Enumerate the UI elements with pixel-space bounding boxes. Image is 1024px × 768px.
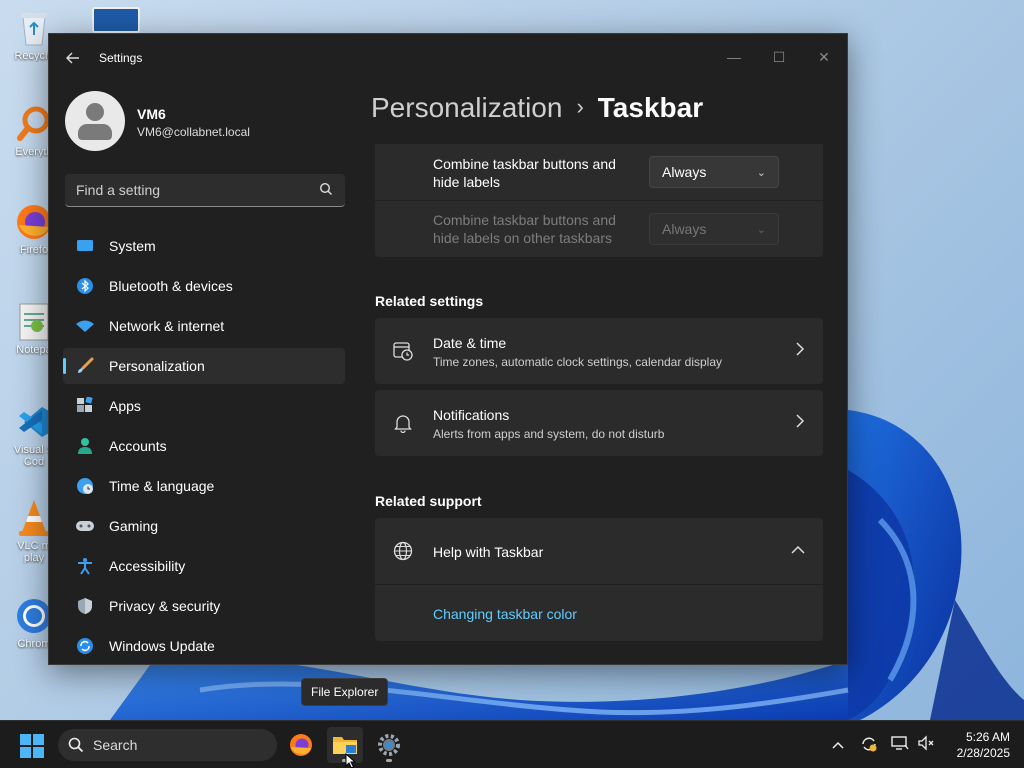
sidebar-item-label: Bluetooth & devices [109,278,233,294]
clock-date: 2/28/2025 [956,746,1010,760]
title-bar: Settings — ☐ ✕ [49,34,847,82]
sidebar-item-network[interactable]: Network & internet [63,308,345,344]
mouse-cursor-icon [345,752,357,768]
date-time-link[interactable]: Date & time Time zones, automatic clock … [375,318,823,384]
breadcrumb-separator: › [576,94,584,119]
combine-other-label: Combine taskbar buttons and hide labels … [433,212,616,246]
windows-start-icon[interactable] [20,734,44,758]
taskbar-search[interactable]: Search [58,729,277,761]
sidebar-item-gaming[interactable]: Gaming [63,508,345,544]
system-icon [75,236,95,256]
taskbar-settings[interactable] [371,727,407,763]
accessibility-icon [75,556,95,576]
sidebar-item-label: Gaming [109,518,159,534]
maximize-button[interactable]: ☐ [756,42,802,72]
sidebar-item-label: System [109,238,156,254]
link-subtitle: Time zones, automatic clock settings, ca… [433,355,723,369]
dropdown-value: Always [662,164,707,180]
help-title: Help with Taskbar [433,544,544,560]
bluetooth-icon [75,276,95,296]
clock-time: 5:26 AM [965,730,1010,744]
globe-clock-icon [75,476,95,496]
active-indicator [386,759,392,762]
link-title: Date & time [433,335,507,351]
date-time-icon [393,341,415,363]
combine-buttons-label: Combine taskbar buttons and hide labels [433,156,616,190]
window-title: Settings [99,51,143,65]
combine-buttons-setting: Combine taskbar buttons and hide labels … [375,144,823,200]
sidebar-item-privacy[interactable]: Privacy & security [63,588,345,624]
search-icon [68,737,84,753]
sidebar-item-label: Time & language [109,478,215,494]
taskbar: Search 5:26 AM 2/28/2025 [0,720,1024,768]
find-setting-search [65,174,345,207]
sidebar-item-label: Apps [109,398,141,414]
chevron-up-icon[interactable] [828,735,848,755]
sidebar-item-bluetooth[interactable]: Bluetooth & devices [63,268,345,304]
related-settings-heading: Related settings [375,293,484,309]
notifications-link[interactable]: Notifications Alerts from apps and syste… [375,390,823,456]
taskbar-firefox[interactable] [283,727,319,763]
sidebar-item-label: Windows Update [109,638,215,654]
sidebar-item-time-language[interactable]: Time & language [63,468,345,504]
gamepad-icon [75,516,95,536]
sidebar-item-accessibility[interactable]: Accessibility [63,548,345,584]
chevron-up-icon [791,542,805,558]
gear-icon [378,734,400,756]
settings-window: Settings — ☐ ✕ VM6 VM6@collabnet.local S… [48,33,848,665]
sidebar-item-label: Accessibility [109,558,186,574]
related-support-heading: Related support [375,493,482,509]
back-arrow-icon[interactable] [63,48,83,68]
sidebar-nav: System Bluetooth & devices Network & int… [63,228,345,664]
file-explorer-tooltip: File Explorer [301,678,389,706]
network-icon[interactable] [890,735,910,755]
sidebar-item-windows-update[interactable]: Windows Update [63,628,345,664]
sidebar-item-label: Privacy & security [109,598,221,614]
combine-other-dropdown[interactable]: Always ⌄ [649,213,779,245]
sidebar-item-label: Network & internet [109,318,225,334]
chevron-down-icon: ⌄ [756,224,766,236]
dropdown-value: Always [662,221,707,237]
bell-icon [393,413,415,435]
breadcrumb-parent[interactable]: Personalization [371,92,562,123]
avatar[interactable] [65,91,125,151]
user-email: VM6@collabnet.local [137,125,250,139]
user-name: VM6 [137,106,166,122]
chevron-right-icon [795,342,805,361]
apps-icon [75,396,95,416]
accounts-icon [75,436,95,456]
close-button[interactable]: ✕ [801,42,847,72]
update-icon [75,636,95,656]
search-icon[interactable] [319,182,335,198]
search-input[interactable] [65,174,345,206]
changing-taskbar-color-link[interactable]: Changing taskbar color [433,606,577,622]
sidebar-item-personalization[interactable]: Personalization [63,348,345,384]
chevron-right-icon [795,414,805,433]
help-with-taskbar-card: Help with Taskbar Changing taskbar color [375,518,823,641]
combine-other-taskbars-setting: Combine taskbar buttons and hide labels … [375,201,823,257]
sidebar-item-apps[interactable]: Apps [63,388,345,424]
wifi-icon [75,316,95,336]
shield-icon [75,596,95,616]
link-subtitle: Alerts from apps and system, do not dist… [433,427,665,441]
chevron-down-icon: ⌄ [756,167,766,179]
sidebar-item-system[interactable]: System [63,228,345,264]
combine-buttons-dropdown[interactable]: Always ⌄ [649,156,779,188]
system-clock[interactable]: 5:26 AM 2/28/2025 [944,729,1010,761]
desktop-app-icon[interactable] [92,7,140,33]
breadcrumb: Personalization › Taskbar [371,92,703,124]
sync-icon[interactable] [859,735,879,755]
link-title: Notifications [433,407,510,423]
globe-icon [393,541,415,563]
brush-icon [75,356,95,376]
firefox-icon [290,734,312,756]
sidebar-item-label: Personalization [109,358,205,374]
help-expander-header[interactable]: Help with Taskbar [375,518,823,585]
sidebar-item-label: Accounts [109,438,167,454]
minimize-button[interactable]: — [711,42,757,72]
taskbar-search-label: Search [93,737,138,753]
page-title: Taskbar [597,92,704,123]
volume-muted-icon[interactable] [916,735,936,755]
sidebar-item-accounts[interactable]: Accounts [63,428,345,464]
